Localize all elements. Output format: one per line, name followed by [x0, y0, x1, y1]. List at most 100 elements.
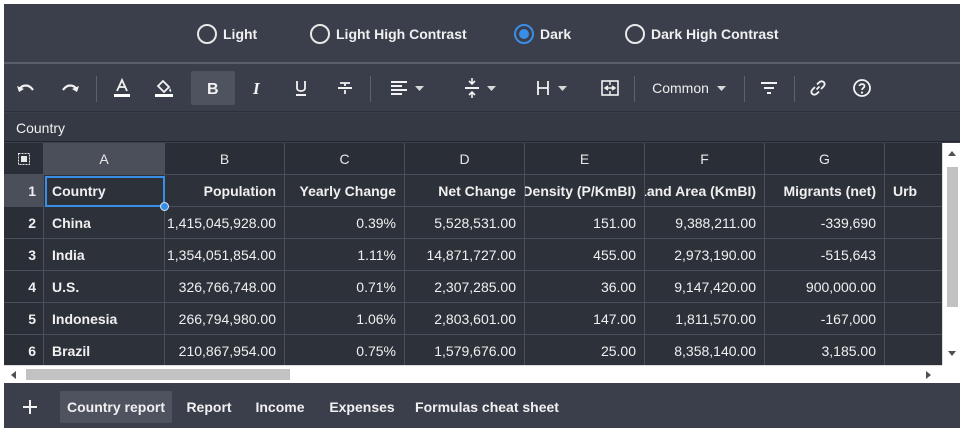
table-cell[interactable]: 326,766,748.00 — [165, 271, 285, 303]
table-cell[interactable]: -515,643 — [765, 239, 885, 271]
column-header-g[interactable]: G — [765, 143, 885, 175]
select-all-button[interactable] — [4, 143, 44, 175]
table-cell[interactable]: 0.39% — [285, 207, 405, 239]
header-cell[interactable]: Yearly Change — [285, 175, 405, 207]
table-cell[interactable]: 25.00 — [525, 335, 645, 365]
table-cell[interactable]: 1.06% — [285, 303, 405, 335]
table-cell[interactable]: 1,415,045,928.00 — [165, 207, 285, 239]
sheet-tab-income[interactable]: Income — [250, 391, 310, 423]
spreadsheet-grid[interactable]: ABCDEFG 1 Country Population Yearly Change N… — [4, 143, 942, 365]
table-cell[interactable]: 2,973,190.00 — [645, 239, 765, 271]
merge-cells-button[interactable] — [596, 71, 624, 105]
table-cell[interactable]: U.S. — [44, 271, 165, 303]
fill-handle[interactable] — [160, 202, 169, 211]
table-cell[interactable]: 147.00 — [525, 303, 645, 335]
column-header-d[interactable]: D — [405, 143, 525, 175]
table-cell[interactable]: -167,000 — [765, 303, 885, 335]
theme-radio-light-high-contrast[interactable]: Light High Contrast — [310, 24, 467, 44]
table-cell[interactable]: 8,358,140.00 — [645, 335, 765, 365]
table-cell[interactable]: 2,803,601.00 — [405, 303, 525, 335]
horizontal-scrollbar[interactable] — [4, 365, 942, 383]
column-header-c[interactable]: C — [285, 143, 405, 175]
row-header[interactable]: 5 — [4, 303, 44, 335]
column-header-partial[interactable] — [885, 143, 942, 175]
theme-radio-light[interactable]: Light — [197, 24, 257, 44]
column-header-e[interactable]: E — [525, 143, 645, 175]
header-cell[interactable]: Net Change — [405, 175, 525, 207]
filter-button[interactable] — [755, 71, 783, 105]
header-cell[interactable]: Land Area (KmBI) — [645, 175, 765, 207]
table-cell[interactable]: 5,528,531.00 — [405, 207, 525, 239]
sheet-tab-report[interactable]: Report — [180, 391, 238, 423]
horizontal-scroll-thumb[interactable] — [26, 369, 290, 380]
table-cell[interactable]: 3,185.00 — [765, 335, 885, 365]
table-cell[interactable]: Brazil — [44, 335, 165, 365]
table-cell[interactable]: 1,354,051,854.00 — [165, 239, 285, 271]
row-header[interactable]: 4 — [4, 271, 44, 303]
italic-button[interactable]: I — [244, 71, 272, 105]
help-button[interactable] — [848, 71, 876, 105]
table-cell[interactable]: 2,307,285.00 — [405, 271, 525, 303]
row-header[interactable]: 6 — [4, 335, 44, 365]
table-cell[interactable]: 9,147,420.00 — [645, 271, 765, 303]
row-header[interactable]: 2 — [4, 207, 44, 239]
header-cell[interactable]: Density (P/KmBI) — [525, 175, 645, 207]
bold-button[interactable]: B — [191, 71, 235, 105]
table-cell[interactable]: -339,690 — [765, 207, 885, 239]
sheet-tab-country-report[interactable]: Country report — [60, 391, 172, 423]
scroll-left-icon[interactable] — [11, 371, 16, 379]
table-cell[interactable]: 1.11% — [285, 239, 405, 271]
table-cell[interactable]: 0.75% — [285, 335, 405, 365]
table-cell[interactable] — [885, 303, 942, 335]
table-cell[interactable]: Indonesia — [44, 303, 165, 335]
add-sheet-icon[interactable] — [20, 397, 40, 417]
text-color-button[interactable] — [108, 71, 136, 105]
table-cell[interactable]: India — [44, 239, 165, 271]
row-header[interactable]: 3 — [4, 239, 44, 271]
table-cell[interactable]: 455.00 — [525, 239, 645, 271]
column-header-f[interactable]: F — [645, 143, 765, 175]
table-cell[interactable]: 36.00 — [525, 271, 645, 303]
theme-radio-dark-high-contrast[interactable]: Dark High Contrast — [625, 24, 779, 44]
strikethrough-button[interactable] — [331, 71, 359, 105]
table-cell[interactable]: 266,794,980.00 — [165, 303, 285, 335]
align-select[interactable] — [382, 71, 432, 105]
underline-button[interactable] — [287, 71, 315, 105]
scroll-up-icon[interactable] — [948, 151, 956, 156]
table-cell[interactable]: 151.00 — [525, 207, 645, 239]
table-cell[interactable]: China — [44, 207, 165, 239]
scroll-down-icon[interactable] — [948, 351, 956, 356]
sheet-tab-expenses[interactable]: Expenses — [324, 391, 400, 423]
table-cell[interactable] — [885, 271, 942, 303]
number-format-select[interactable]: Common — [644, 71, 734, 105]
table-cell[interactable]: 900,000.00 — [765, 271, 885, 303]
vertical-scroll-thumb[interactable] — [947, 167, 958, 307]
column-header-b[interactable]: B — [165, 143, 285, 175]
table-cell[interactable] — [885, 239, 942, 271]
header-cell[interactable]: Migrants (net) — [765, 175, 885, 207]
vertical-scrollbar[interactable] — [942, 143, 960, 365]
header-cell[interactable]: Population — [165, 175, 285, 207]
table-cell[interactable] — [885, 335, 942, 365]
header-cell[interactable]: Country — [44, 175, 165, 207]
table-cell[interactable]: 0.71% — [285, 271, 405, 303]
fill-color-button[interactable] — [150, 71, 178, 105]
table-cell[interactable]: 14,871,727.00 — [405, 239, 525, 271]
column-header-a[interactable]: A — [44, 143, 165, 175]
row-height-select[interactable] — [528, 71, 574, 105]
header-cell[interactable]: Urb — [885, 175, 942, 207]
table-cell[interactable]: 210,867,954.00 — [165, 335, 285, 365]
row-header[interactable]: 1 — [4, 175, 44, 207]
sheet-tab-formulas-cheat-sheet[interactable]: Formulas cheat sheet — [412, 391, 562, 423]
scroll-right-icon[interactable] — [926, 371, 931, 379]
table-cell[interactable] — [885, 207, 942, 239]
formula-bar[interactable]: Country — [4, 113, 960, 142]
link-button[interactable] — [804, 71, 832, 105]
redo-button[interactable] — [56, 71, 84, 105]
table-cell[interactable]: 9,388,211.00 — [645, 207, 765, 239]
vertical-align-select[interactable] — [455, 71, 505, 105]
table-cell[interactable]: 1,811,570.00 — [645, 303, 765, 335]
theme-radio-dark[interactable]: Dark — [514, 24, 571, 44]
table-cell[interactable]: 1,579,676.00 — [405, 335, 525, 365]
undo-button[interactable] — [12, 71, 40, 105]
